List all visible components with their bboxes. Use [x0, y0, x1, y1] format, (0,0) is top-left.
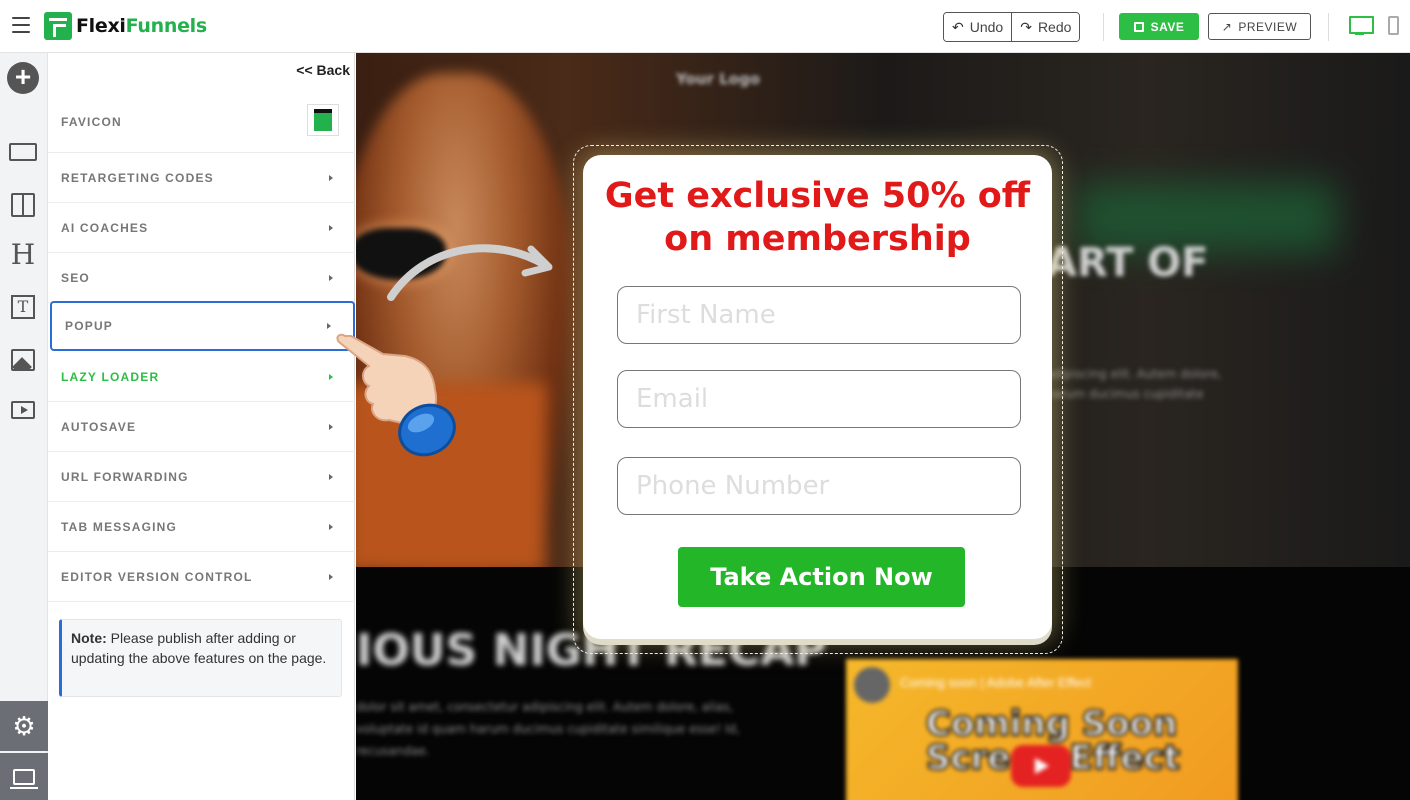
back-link[interactable]: << Back — [296, 62, 350, 78]
panel-item-label: URL FORWARDING — [61, 469, 189, 484]
email-field[interactable] — [617, 370, 1021, 428]
canvas-section-paragraph: dolor sit amet, consectetur adipiscing e… — [356, 700, 740, 758]
image-icon — [11, 349, 35, 371]
panel-item-url-forwarding[interactable]: URL FORWARDING — [48, 452, 355, 502]
preview-button[interactable]: ↗ PREVIEW — [1208, 13, 1311, 40]
settings-gear-icon[interactable]: ⚙ — [0, 701, 48, 751]
favicon-image-icon — [314, 109, 332, 131]
undo-redo-group: ↶ Undo ↷ Redo — [943, 12, 1081, 42]
chevron-right-icon — [329, 473, 333, 480]
panel-item-label: AI COACHES — [61, 220, 149, 235]
chevron-right-icon — [329, 174, 333, 181]
popup-modal: Get exclusive 50% off on membership Take… — [583, 155, 1052, 639]
panel-item-tab-messaging[interactable]: TAB MESSAGING — [48, 502, 355, 552]
play-icon — [1011, 745, 1071, 787]
chevron-right-icon — [329, 373, 333, 380]
panel-item-label: SEO — [61, 270, 90, 285]
chevron-right-icon — [329, 573, 333, 580]
redo-icon: ↷ — [1020, 18, 1032, 35]
note-text: Please publish after adding or updating … — [71, 630, 327, 666]
publish-note: Note: Please publish after adding or upd… — [59, 619, 342, 697]
external-link-icon: ↗ — [1221, 19, 1233, 34]
panel-item-label: RETARGETING CODES — [61, 170, 214, 185]
panel-item-label: LAZY LOADER — [61, 369, 160, 384]
add-element-icon[interactable]: + — [7, 62, 39, 94]
columns-tool[interactable] — [9, 192, 37, 218]
page-settings-tool[interactable] — [0, 753, 48, 800]
panel-item-label: AUTOSAVE — [61, 419, 137, 434]
toolbar-divider — [1103, 13, 1104, 41]
undo-label: Undo — [969, 19, 1004, 35]
heading-tool[interactable]: H — [9, 238, 37, 271]
video-icon — [11, 401, 35, 419]
curved-arrow-icon — [387, 244, 553, 301]
logo-prefix: Flexi — [76, 15, 126, 37]
first-name-field[interactable] — [617, 286, 1021, 344]
image-tool[interactable] — [9, 347, 37, 373]
section-icon — [9, 143, 37, 161]
app-logo: FlexiFunnels — [44, 12, 207, 40]
favicon-preview[interactable] — [307, 104, 339, 136]
panel-item-label: EDITOR VERSION CONTROL — [61, 569, 253, 584]
canvas-hero-heading: ART OF — [1046, 240, 1209, 286]
text-tool[interactable]: T — [9, 294, 37, 320]
chevron-right-icon — [329, 224, 333, 231]
panel-item-label: TAB MESSAGING — [61, 519, 178, 534]
canvas-video-thumbnail: Coming soon | Adobe After Effect Coming … — [846, 659, 1238, 800]
video-tool[interactable] — [9, 397, 37, 423]
save-icon — [1133, 21, 1144, 32]
screen-icon — [10, 768, 38, 789]
panel-item-editor-version-control[interactable]: EDITOR VERSION CONTROL — [48, 552, 355, 602]
section-tool[interactable] — [9, 139, 37, 165]
chevron-right-icon — [327, 323, 331, 329]
panel-item-autosave[interactable]: AUTOSAVE — [48, 402, 355, 452]
text-icon: T — [11, 295, 35, 319]
undo-icon: ↶ — [952, 18, 964, 35]
chevron-right-icon — [329, 423, 333, 430]
undo-button[interactable]: ↶ Undo — [944, 13, 1012, 41]
take-action-button[interactable]: Take Action Now — [678, 547, 965, 607]
panel-item-seo[interactable]: SEO — [48, 253, 355, 303]
funnel-logo-icon — [44, 12, 72, 40]
save-label: SAVE — [1150, 19, 1185, 34]
note-bold: Note: — [71, 630, 107, 646]
panel-item-ai-coaches[interactable]: AI COACHES — [48, 203, 355, 253]
mobile-view-icon[interactable] — [1388, 16, 1399, 35]
columns-icon — [11, 193, 35, 217]
panel-item-lazy-loader[interactable]: LAZY LOADER — [48, 352, 355, 402]
preview-label: PREVIEW — [1238, 19, 1298, 34]
popup-title: Get exclusive 50% off on membership — [604, 176, 1031, 259]
panel-item-label: FAVICON — [61, 115, 122, 129]
logo-suffix: Funnels — [125, 15, 208, 37]
chevron-right-icon — [329, 523, 333, 530]
tool-rail: + H T ⚙ — [0, 53, 48, 800]
settings-panel: << Back FAVICON RETARGETING CODES AI COA… — [48, 53, 355, 800]
video-channel-avatar — [854, 667, 890, 703]
redo-button[interactable]: ↷ Redo — [1011, 13, 1080, 41]
video-header-text: Coming soon | Adobe After Effect — [900, 675, 1092, 690]
pointing-hand-icon — [336, 333, 456, 457]
top-toolbar: FlexiFunnels ↶ Undo ↷ Redo SAVE ↗ PREVIEW — [0, 0, 1410, 53]
heading-icon: H — [10, 237, 36, 271]
save-button[interactable]: SAVE — [1119, 13, 1199, 40]
canvas-hero-paragraph: adipiscing elit. Autem dolore, harum duc… — [1046, 367, 1222, 401]
canvas-logo-text: Your Logo — [676, 70, 760, 88]
redo-label: Redo — [1037, 19, 1072, 35]
desktop-view-icon[interactable] — [1349, 16, 1374, 36]
chevron-right-icon — [329, 274, 333, 281]
panel-item-popup[interactable]: POPUP — [50, 301, 355, 351]
menu-icon[interactable] — [12, 17, 30, 33]
panel-item-label: POPUP — [65, 319, 114, 333]
toolbar-divider — [1328, 13, 1329, 41]
phone-number-field[interactable] — [617, 457, 1021, 515]
panel-item-retargeting-codes[interactable]: RETARGETING CODES — [48, 153, 355, 203]
